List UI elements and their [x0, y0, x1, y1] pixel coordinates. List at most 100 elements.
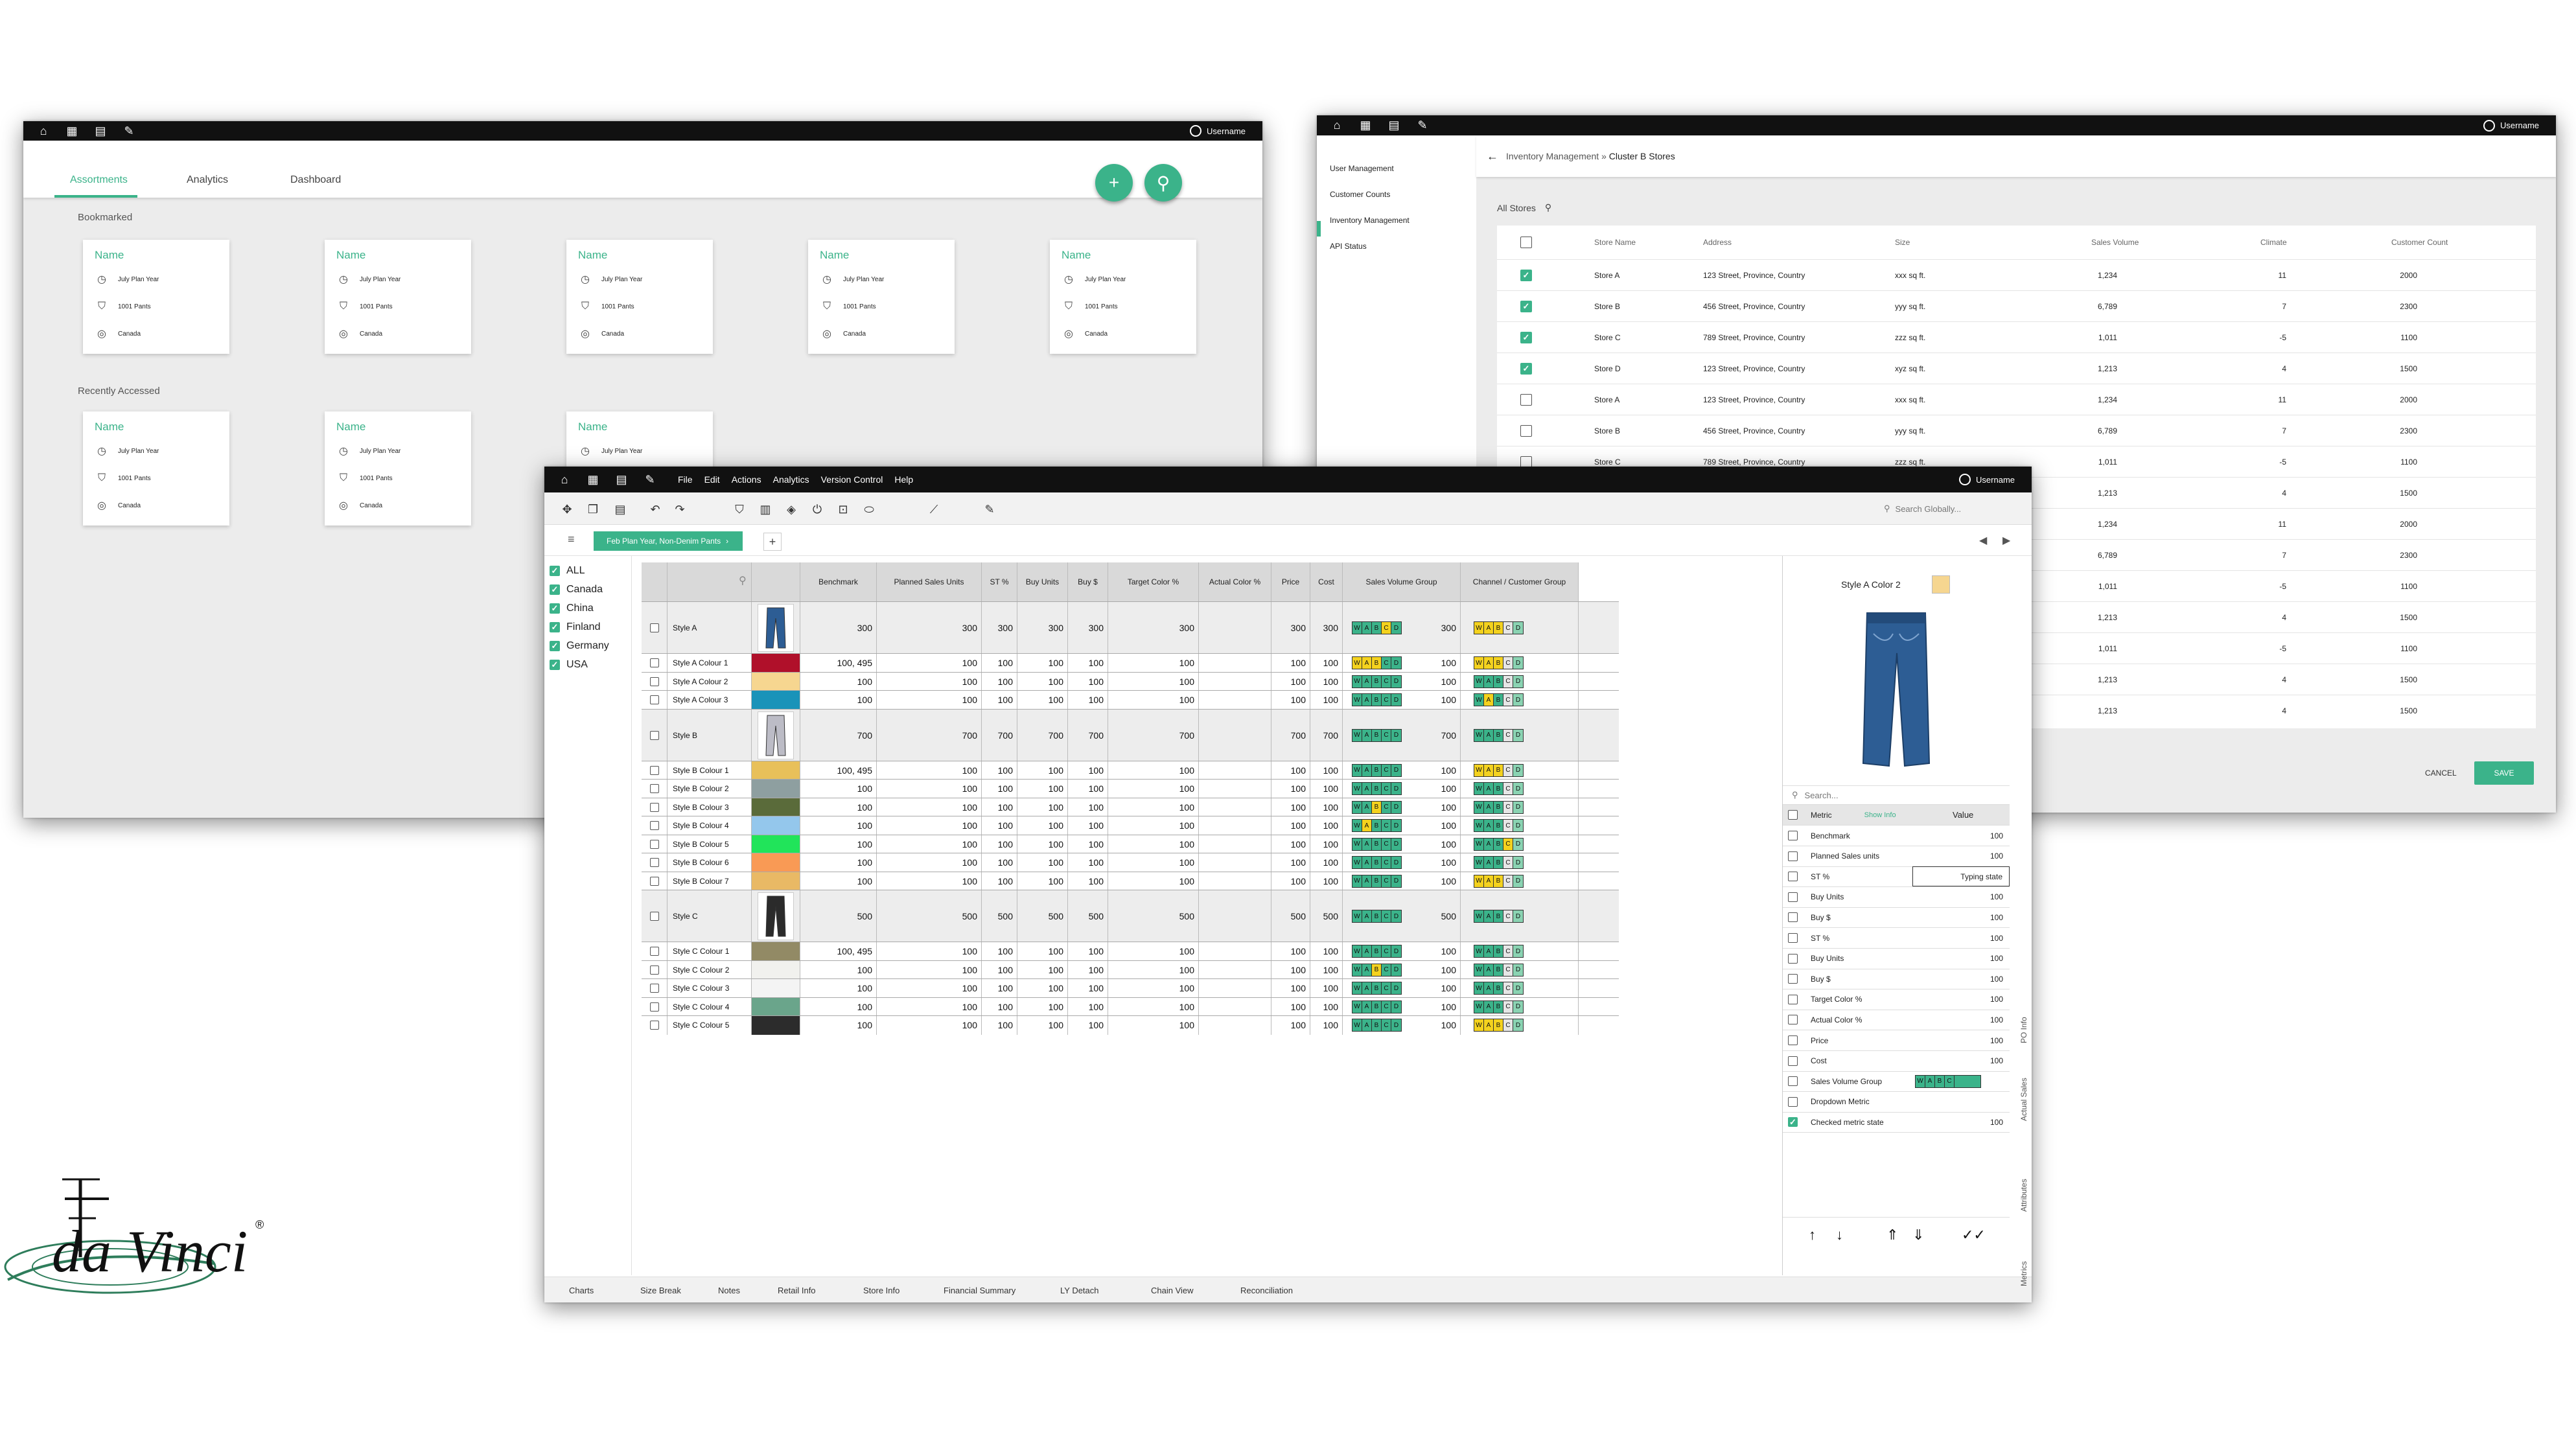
group-chip-segment[interactable]: A	[1484, 838, 1494, 850]
metric-value[interactable]: 100	[1912, 1112, 2010, 1132]
group-chip-segment[interactable]: A	[1362, 857, 1372, 869]
menu-help[interactable]: Help	[894, 474, 913, 485]
menu-edit[interactable]: Edit	[704, 474, 720, 485]
group-chip-segment[interactable]: C	[1503, 657, 1513, 669]
grid-cell[interactable]: 300	[1017, 602, 1068, 654]
metric-value[interactable]: 100	[1912, 826, 2010, 846]
group-chip-segment[interactable]: W	[1474, 657, 1484, 669]
group-chip-segment[interactable]: C	[1382, 694, 1391, 706]
group-chip-segment[interactable]: W	[1474, 964, 1484, 976]
grid-cell[interactable]: 100	[1310, 1016, 1343, 1035]
grid-cell[interactable]: 300	[1271, 602, 1310, 654]
grid-cell[interactable]: 100	[1271, 872, 1310, 890]
metric-value[interactable]: 100	[1912, 887, 2010, 907]
group-chip-segment[interactable]: D	[1513, 764, 1523, 776]
group-chip-segment[interactable]: A	[1362, 783, 1372, 795]
grid-cell[interactable]: 100	[1108, 942, 1199, 961]
group-chip-segment[interactable]: C	[1382, 729, 1391, 741]
group-chip-segment[interactable]: W	[1474, 820, 1484, 832]
tab-assortments[interactable]: Assortments	[70, 174, 128, 186]
grid-cell[interactable]	[1199, 835, 1271, 853]
menu-analytics[interactable]: Analytics	[773, 474, 809, 485]
copy-icon[interactable]: ❐	[586, 502, 600, 516]
group-chip-segment[interactable]: C	[1503, 982, 1513, 995]
group-chip-segment[interactable]: D	[1391, 694, 1401, 706]
color-row[interactable]: Style A Colour 3 100 100 100 100 100 100 100 100…	[642, 690, 1619, 710]
group-chip[interactable]: WABCD	[1474, 982, 1524, 995]
group-chip-segment[interactable]: C	[1503, 1019, 1513, 1032]
grid-cell[interactable]	[1199, 654, 1271, 673]
style-row[interactable]: Style C 500 500 500 500 500 500 500 500 500 W A B C D W…	[642, 890, 1619, 942]
color-row[interactable]: Style B Colour 3 100 100 100 100 100 100 100 100…	[642, 797, 1619, 816]
grid-cell[interactable]	[1199, 709, 1271, 761]
row-checkbox[interactable]	[649, 821, 659, 831]
power-icon[interactable]: ⏻	[810, 502, 824, 516]
grid-cell[interactable]: 100	[982, 816, 1017, 835]
group-chip-segment[interactable]: A	[1484, 783, 1494, 795]
group-chip-segment[interactable]: C	[1503, 783, 1513, 795]
grid-cell[interactable]: 300	[800, 602, 877, 654]
group-chip[interactable]: WABCD	[1352, 728, 1402, 742]
grid-cell[interactable]: 100	[982, 872, 1017, 890]
group-chip-segment[interactable]: A	[1362, 910, 1372, 922]
group-chip-segment[interactable]: D	[1391, 801, 1401, 813]
row-checkbox[interactable]: ✓	[1520, 363, 1532, 375]
group-chip-segment[interactable]: W	[1474, 1000, 1484, 1013]
group-chip-segment[interactable]: D	[1391, 622, 1401, 634]
metric-value[interactable]: Typing state	[1912, 866, 2010, 887]
grid-cell[interactable]: 100	[1108, 872, 1199, 890]
grid-cell[interactable]: 100	[877, 1016, 982, 1035]
grid-cell[interactable]: 100	[1108, 780, 1199, 798]
group-chip-segment[interactable]: B	[1494, 694, 1503, 706]
metric-row[interactable]: Sales Volume Group W A B C	[1783, 1071, 2010, 1093]
group-chip-segment[interactable]: A	[1362, 1019, 1372, 1032]
menu-version-control[interactable]: Version Control	[821, 474, 883, 485]
home-icon[interactable]: ⌂	[556, 472, 573, 487]
grid-cell[interactable]: 100	[982, 979, 1017, 998]
assortment-card[interactable]: Name ◷ July Plan Year ⛉ 1001 Pants ◎ Canada	[808, 240, 955, 354]
group-chip-segment[interactable]: A	[1362, 945, 1372, 958]
group-chip-segment[interactable]: D	[1513, 694, 1523, 706]
group-chip-segment[interactable]: A	[1362, 820, 1372, 832]
group-chip[interactable]: WABCD	[1352, 856, 1402, 870]
grid-column-header[interactable]: Buy $	[1068, 562, 1108, 601]
group-chip[interactable]: WABCD	[1352, 1000, 1402, 1013]
group-chip[interactable]: WABCD	[1352, 693, 1402, 707]
move-icon[interactable]: ✥	[560, 502, 574, 516]
wrench-icon[interactable]: ✎	[121, 124, 137, 138]
group-chip-segment[interactable]: A	[1484, 1000, 1494, 1013]
hamburger-icon[interactable]: ≡	[568, 533, 575, 546]
metric-row[interactable]: Buy $ 100	[1783, 969, 2010, 990]
group-chip-segment[interactable]: W	[1474, 729, 1484, 741]
grid-cell[interactable]: 100	[1017, 835, 1068, 853]
group-chip-segment[interactable]: B	[1494, 764, 1503, 776]
group-chip-segment[interactable]: B	[1372, 694, 1382, 706]
grid-cell[interactable]: 100	[1310, 798, 1343, 816]
group-chip-segment[interactable]: A	[1484, 657, 1494, 669]
color-row[interactable]: Style B Colour 7 100 100 100 100 100 100 100 100…	[642, 871, 1619, 890]
metric-value[interactable]	[1912, 1092, 2010, 1112]
grid-cell[interactable]: 100	[877, 835, 982, 853]
group-chip-segment[interactable]: W	[1474, 910, 1484, 922]
grid-cell[interactable]: 100	[1068, 691, 1108, 710]
group-chip[interactable]: WABCD	[1352, 675, 1402, 688]
group-chip-segment[interactable]: D	[1513, 801, 1523, 813]
metric-value[interactable]: 100	[1912, 969, 2010, 989]
row-checkbox[interactable]: ✓	[1520, 301, 1532, 312]
row-checkbox[interactable]: ✓	[1520, 332, 1532, 343]
grid-cell[interactable]: 100	[800, 853, 877, 872]
metric-checkbox[interactable]	[1788, 953, 1798, 964]
color-row[interactable]: Style C Colour 4 100 100 100 100 100 100 100 100…	[642, 997, 1619, 1016]
row-checkbox[interactable]	[649, 1021, 659, 1030]
group-chip-segment[interactable]: B	[1372, 820, 1382, 832]
group-chip[interactable]: WABCD	[1474, 910, 1524, 923]
grid-cell[interactable]	[1199, 942, 1271, 961]
grid-cell[interactable]: 100	[982, 672, 1017, 691]
pen-icon[interactable]: ✎	[982, 502, 997, 516]
group-chip-segment[interactable]: C	[1382, 764, 1391, 776]
country-checkbox[interactable]: ✓	[550, 584, 560, 595]
assortment-card[interactable]: Name ◷ July Plan Year ⛉ 1001 Pants ◎ Canada	[83, 240, 229, 354]
group-chip-segment[interactable]: C	[1382, 838, 1391, 850]
color-row[interactable]: Style B Colour 4 100 100 100 100 100 100 100 100…	[642, 816, 1619, 835]
grid-cell[interactable]: 100	[1310, 872, 1343, 890]
